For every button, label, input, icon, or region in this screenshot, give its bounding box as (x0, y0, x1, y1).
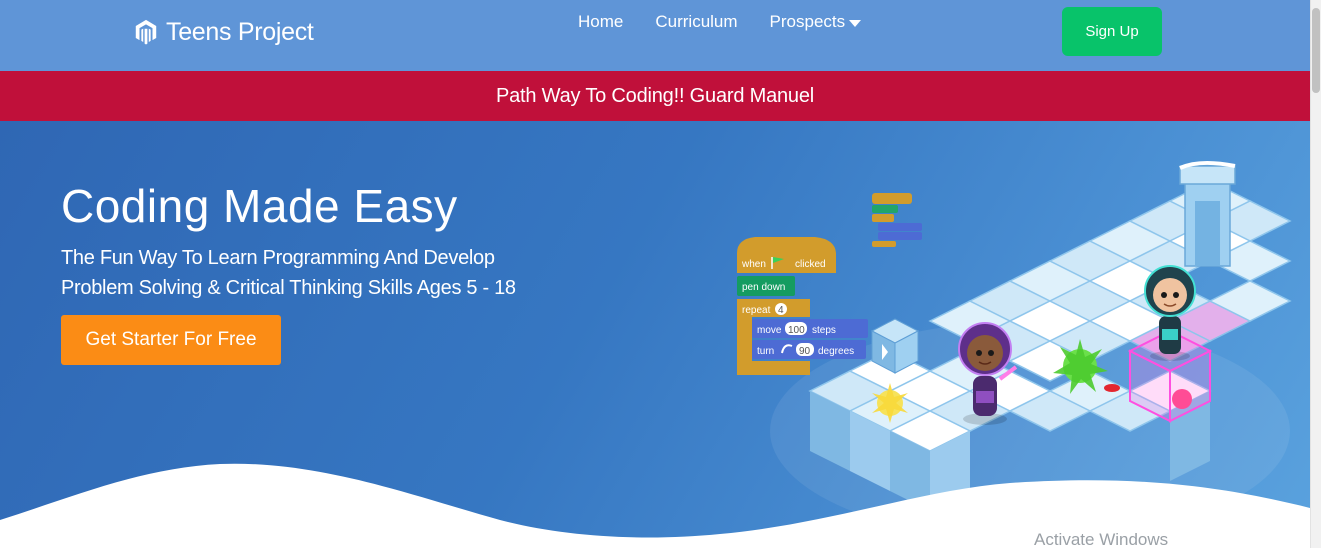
block-turn-degrees: 90 (799, 346, 811, 357)
block-turn-label: turn (757, 346, 774, 357)
nav-links: Home Curriculum Prospects (578, 12, 862, 32)
nav-link-home[interactable]: Home (578, 12, 623, 32)
brand-link[interactable]: Teens Project (134, 15, 314, 49)
hero-title: Coding Made Easy (61, 180, 458, 232)
banner-text: Path Way To Coding!! Guard Manuel (495, 84, 815, 107)
hero-section: Coding Made Easy The Fun Way To Learn Pr… (0, 121, 1310, 548)
block-move-label: move (757, 325, 782, 336)
page-scrollbar[interactable] (1310, 0, 1321, 548)
hero-subtitle: The Fun Way To Learn Programming And Dev… (61, 243, 516, 303)
block-degrees-label: degrees (818, 346, 854, 357)
nav-link-prospects[interactable]: Prospects (770, 12, 862, 32)
nav-link-prospects-label: Prospects (769, 12, 846, 31)
hero-subtitle-line-2: Problem Solving & Critical Thinking Skil… (61, 277, 516, 299)
red-button (1104, 384, 1120, 392)
block-clicked-label: clicked (795, 259, 826, 270)
page: Teens Project Home Curriculum Prospects … (0, 0, 1321, 548)
scrollbar-thumb[interactable] (1312, 8, 1320, 93)
ice-tower (1179, 161, 1236, 267)
block-repeat-label: repeat (742, 305, 771, 316)
activate-windows-watermark: Activate Windows (1034, 530, 1169, 548)
block-pen-down-label: pen down (742, 282, 785, 293)
code-blocks: when clicked pen down repeat 4 move 100 … (737, 237, 868, 375)
hero-subtitle-line-1: The Fun Way To Learn Programming And Dev… (61, 247, 495, 269)
signup-button[interactable]: Sign Up (1062, 7, 1162, 56)
nav-link-home-label: Home (578, 12, 624, 31)
brand-name: Teens Project (166, 17, 314, 46)
ice-block (870, 318, 920, 374)
caret-down-icon (849, 20, 862, 27)
get-started-button[interactable]: Get Starter For Free (61, 315, 281, 365)
announcement-banner: Path Way To Coding!! Guard Manuel (0, 71, 1310, 121)
navbar: Teens Project Home Curriculum Prospects … (0, 0, 1310, 71)
block-repeat-count: 4 (778, 305, 784, 316)
block-steps-label: steps (812, 325, 836, 336)
magento-logo-icon (135, 19, 157, 45)
block-move-steps: 100 (788, 325, 805, 336)
mini-code-blocks (872, 193, 922, 247)
block-when-label: when (741, 259, 766, 270)
nav-link-curriculum-label: Curriculum (655, 12, 738, 31)
nav-link-curriculum[interactable]: Curriculum (655, 12, 737, 32)
